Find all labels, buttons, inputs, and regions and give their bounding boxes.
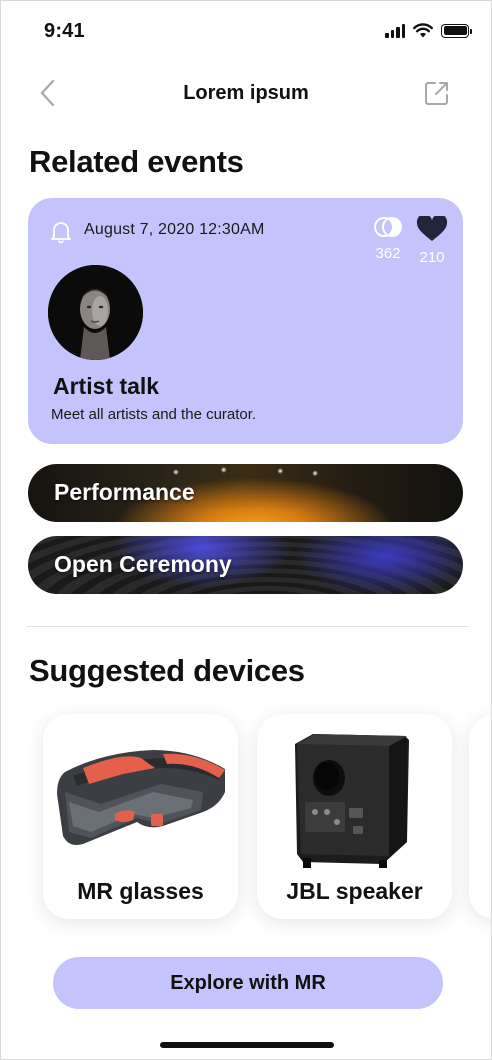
explore-with-mr-button[interactable]: Explore with MR [53,957,443,1009]
likes-count: 210 [419,249,445,266]
mr-glasses-image [57,750,225,845]
event-pill-open-ceremony[interactable]: Open Ceremony [28,536,463,594]
event-pill-label: Open Ceremony [54,551,232,577]
phone-screen: 9:41 Lorem ipsum Related events August 7… [0,0,492,1060]
device-label: JBL speaker [286,878,423,904]
section-divider [26,626,469,627]
attendees-stat[interactable]: 362 [368,216,408,262]
suggested-devices-heading: Suggested devices [29,653,305,688]
home-indicator[interactable] [160,1042,334,1048]
status-bar: 9:41 [1,1,491,57]
event-pill-label: Performance [54,479,195,505]
attendees-icon [374,217,402,237]
wifi-icon [413,23,433,38]
signal-icon [385,23,405,38]
device-label: MR glasses [77,878,204,904]
battery-icon [441,23,472,38]
device-card-jbl-speaker[interactable]: JBL speaker [257,714,452,919]
event-date: August 7, 2020 12:30AM [84,221,265,238]
bell-icon[interactable] [48,218,74,244]
attendees-count: 362 [375,245,401,262]
artist-portrait-image [48,265,143,360]
speaker-image [295,734,409,868]
status-time: 9:41 [44,20,85,42]
event-pill-performance[interactable]: Performance [28,464,463,522]
share-icon[interactable] [423,79,451,107]
device-card-mr-glasses[interactable]: MR glasses [43,714,238,919]
related-events-heading: Related events [29,144,244,179]
navigation-bar: Lorem ipsum [1,71,491,115]
featured-event-card[interactable]: August 7, 2020 12:30AM 362 210 Artist ta… [28,198,463,444]
device-card-next-partial[interactable] [469,714,491,919]
event-title: Artist talk [53,373,160,399]
status-icons [385,23,472,38]
heart-icon [416,214,448,241]
page-title: Lorem ipsum [183,82,309,104]
artist-avatar [48,265,143,360]
likes-stat[interactable]: 210 [412,214,452,266]
event-description: Meet all artists and the curator. [51,406,257,423]
